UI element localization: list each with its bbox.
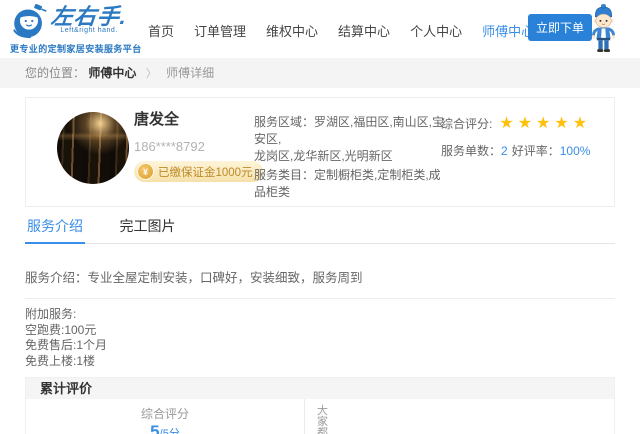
logo-mascot-icon	[10, 3, 48, 40]
tab-service-intro[interactable]: 服务介绍	[25, 214, 85, 244]
rating-stars-icon: ★★★★★	[499, 116, 591, 132]
review-section: 累计评价 综合评分 5/5分 ★★★★★ 大家都评论	[25, 377, 615, 434]
orders-label: 服务单数：	[441, 144, 501, 158]
order-now-button[interactable]: 立即下单	[528, 14, 592, 41]
nav-item-master-center[interactable]: 师傅中心	[482, 21, 534, 40]
service-intro-text: 服务介绍：专业全屋定制安装，口碑好，安装细致，服务周到	[0, 257, 640, 286]
extra-service-item: 免费售后:1个月	[25, 338, 615, 354]
rating-block: 综合评分: ★★★★★ 服务单数：2 好评率：100%	[441, 115, 591, 159]
top-header: 左右手. Left&right hand. 更专业的定制家居安装服务平台 首页 …	[0, 0, 640, 58]
logo-text: 左右手.	[50, 5, 129, 29]
deposit-badge-label: 已缴保证金1000元	[158, 164, 253, 180]
nav-item-rights[interactable]: 维权中心	[266, 21, 318, 40]
overall-score-suffix: /5分	[160, 428, 180, 434]
review-side-panel: 大家都评论	[305, 399, 330, 434]
brand-tagline: 更专业的定制家居安装服务平台	[10, 42, 142, 55]
deposit-badge: ¥ 已缴保证金1000元	[134, 161, 263, 182]
breadcrumb-separator-icon: 〉	[146, 68, 157, 80]
rating-label: 综合评分:	[441, 115, 492, 132]
extra-services: 附加服务: 空跑费:100元 免费售后:1个月 免费上楼:1楼	[0, 299, 640, 369]
main-nav: 首页 订单管理 维权中心 结算中心 个人中心 师傅中心	[148, 21, 534, 40]
review-section-title: 累计评价	[26, 378, 614, 399]
overall-score-value: 5	[150, 422, 159, 434]
master-name: 唐发全	[134, 108, 179, 129]
orders-value: 2	[501, 144, 508, 158]
master-avatar[interactable]	[57, 112, 129, 184]
nav-item-personal[interactable]: 个人中心	[410, 21, 462, 40]
master-profile-card: 唐发全 186****8792 ¥ 已缴保证金1000元 服务区域：罗湖区,福田…	[25, 97, 615, 207]
service-info: 服务区域：罗湖区,福田区,南山区,宝安区, 龙岗区,龙华新区,光明新区 服务类目…	[254, 114, 449, 201]
service-area-line1: 服务区域：罗湖区,福田区,南山区,宝安区,	[254, 114, 449, 148]
overall-score-label: 综合评分	[26, 405, 304, 422]
extra-services-title: 附加服务:	[25, 307, 615, 323]
service-category: 服务类目：定制橱柜类,定制柜类,成品柜类	[254, 167, 449, 201]
overall-score-panel: 综合评分 5/5分 ★★★★★	[26, 399, 305, 434]
nav-item-settlement[interactable]: 结算中心	[338, 21, 390, 40]
tab-finished-photos[interactable]: 完工图片	[117, 214, 177, 242]
nav-item-home[interactable]: 首页	[148, 21, 174, 40]
worker-mascot-icon	[588, 3, 619, 54]
review-side-note: 大家都评论	[317, 406, 330, 434]
coin-icon: ¥	[137, 163, 154, 180]
breadcrumb-current: 师傅详细	[166, 66, 214, 80]
praise-label: 好评率：	[512, 144, 560, 158]
nav-item-orders[interactable]: 订单管理	[194, 21, 246, 40]
breadcrumb: 您的位置： 师傅中心 〉 师傅详细	[0, 58, 640, 88]
extra-service-item: 空跑费:100元	[25, 323, 615, 339]
brand-logo[interactable]: 左右手. Left&right hand. 更专业的定制家居安装服务平台	[10, 3, 142, 55]
master-phone: 186****8792	[134, 139, 205, 154]
breadcrumb-prefix: 您的位置：	[25, 66, 85, 80]
breadcrumb-section-link[interactable]: 师傅中心	[88, 66, 136, 80]
praise-value: 100%	[560, 144, 591, 158]
tab-bar: 服务介绍 完工图片	[25, 214, 615, 244]
service-area-line2: 龙岗区,龙华新区,光明新区	[254, 148, 449, 165]
page: 左右手. Left&right hand. 更专业的定制家居安装服务平台 首页 …	[0, 0, 640, 434]
extra-service-item: 免费上楼:1楼	[25, 354, 615, 370]
